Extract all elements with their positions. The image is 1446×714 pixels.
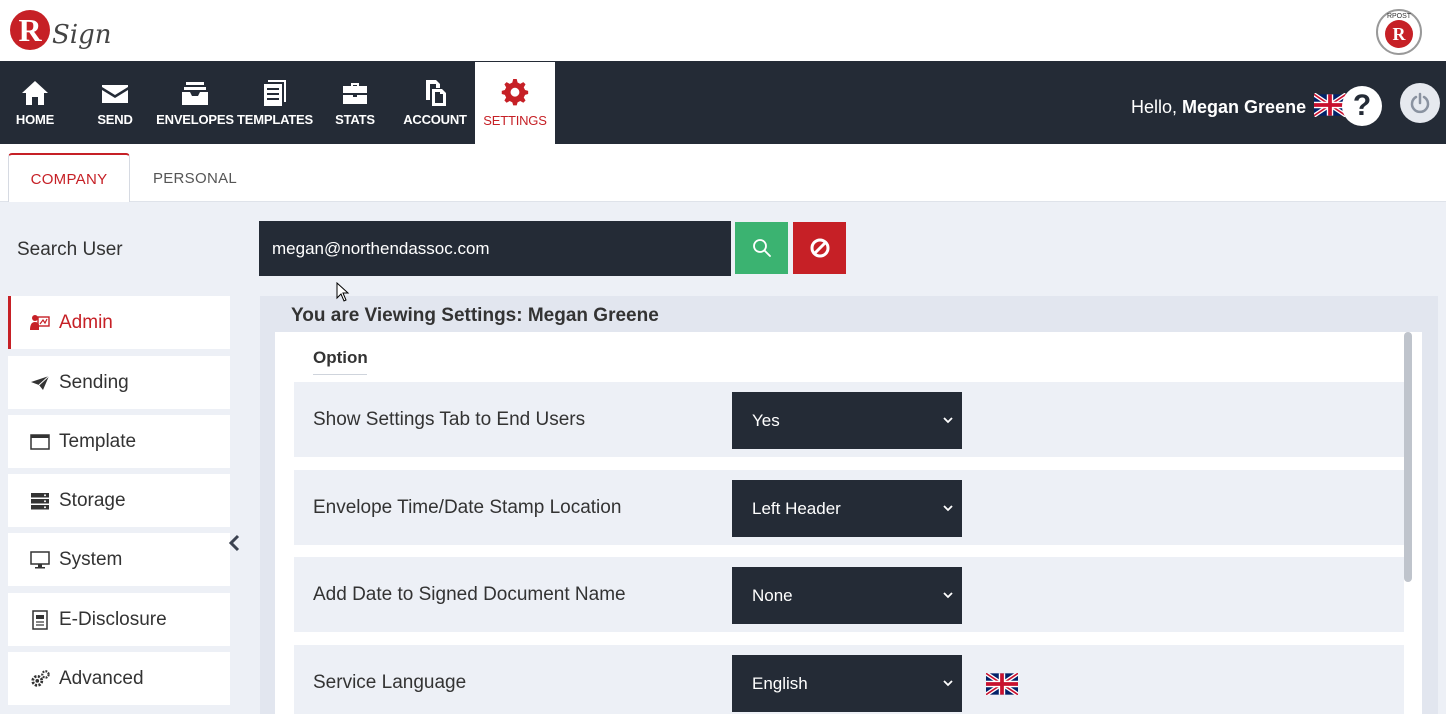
briefcase-icon [343, 83, 367, 104]
setting-label: Service Language [313, 671, 467, 693]
monitor-icon [30, 550, 50, 570]
chevron-down-icon [943, 592, 953, 599]
tab-company[interactable]: COMPANY [8, 153, 130, 203]
search-user-input[interactable]: megan@northendassoc.com [259, 221, 731, 276]
settings-options-list: Option Show Settings Tab to End Users Ye… [275, 332, 1422, 714]
envelope-icon [102, 85, 128, 103]
home-icon [22, 81, 48, 105]
copy-icon [426, 80, 446, 106]
svg-text:RPOST: RPOST [1387, 13, 1412, 20]
window-icon [30, 432, 50, 452]
nav-stats-label: STATS [335, 112, 375, 127]
document-icon [264, 80, 286, 106]
user-greeting: Hello, Megan Greene [1131, 93, 1347, 118]
setting-row: Add Date to Signed Document Name None [294, 557, 1404, 632]
search-icon [752, 239, 771, 257]
select-value: None [752, 585, 793, 605]
settings-tabs: COMPANY PERSONAL [0, 144, 1446, 203]
sidebar-item-template[interactable]: Template [8, 415, 230, 468]
nav-send-label: SEND [97, 112, 133, 127]
nav-envelopes-label: ENVELOPES [156, 112, 234, 127]
rsign-logo-wordmark: Sign [52, 20, 112, 50]
setting-row: Service Language English [294, 645, 1404, 714]
document-list-icon [30, 609, 50, 630]
sidebar-item-label: Storage [59, 489, 126, 511]
select-value: Left Header [752, 498, 841, 518]
nav-settings[interactable]: SETTINGS [475, 62, 555, 144]
select-value: English [752, 673, 808, 693]
setting-label: Envelope Time/Date Stamp Location [313, 496, 622, 518]
sidebar-item-label: Sending [59, 371, 129, 393]
select-value: Yes [752, 410, 780, 430]
setting-label: Add Date to Signed Document Name [313, 583, 626, 605]
server-icon [30, 491, 50, 511]
option-column-header: Option [313, 348, 368, 375]
sidebar-item-e-disclosure[interactable]: E-Disclosure [8, 593, 230, 646]
sidebar-item-advanced[interactable]: Advanced [8, 652, 230, 705]
svg-text:R: R [1393, 24, 1407, 44]
options-scrollbar[interactable] [1404, 332, 1412, 714]
sidebar-item-label: Advanced [59, 667, 144, 689]
sidebar-item-label: System [59, 548, 123, 570]
nav-templates-label: TEMPLATES [237, 112, 313, 127]
nav-home-label: HOME [15, 112, 55, 127]
setting-row: Show Settings Tab to End Users Yes [294, 382, 1404, 457]
main-navbar: HOME SEND ENVELOPES TEMPLATES STATS ACCO… [0, 61, 1446, 144]
date-in-document-name-select[interactable]: None [732, 567, 962, 624]
search-user-label: Search User [17, 239, 123, 260]
settings-main: Search User megan@northendassoc.com Admi… [0, 202, 1446, 714]
nav-send[interactable]: SEND [80, 61, 150, 144]
clear-search-button[interactable] [793, 222, 846, 274]
gears-icon [30, 669, 50, 689]
show-settings-tab-select[interactable]: Yes [732, 392, 962, 449]
sidebar-item-label: Admin [59, 311, 113, 333]
nav-stats[interactable]: STATS [320, 61, 390, 144]
help-icon: ? [1352, 89, 1372, 122]
sidebar-item-storage[interactable]: Storage [8, 474, 230, 527]
service-language-select[interactable]: English [732, 655, 962, 712]
uk-flag-icon [986, 673, 1018, 695]
timestamp-location-select[interactable]: Left Header [732, 480, 962, 537]
sidebar-item-sending[interactable]: Sending [8, 356, 230, 409]
panel-title: You are Viewing Settings: Megan Greene [291, 305, 659, 326]
nav-home[interactable]: HOME [0, 61, 70, 144]
sidebar-item-label: E-Disclosure [59, 608, 167, 630]
mouse-cursor-icon [336, 282, 350, 302]
chevron-down-icon [943, 680, 953, 687]
rpost-logo: R RPOST [1376, 9, 1422, 55]
sidebar-item-admin[interactable]: Admin [8, 296, 230, 349]
nav-account[interactable]: ACCOUNT [398, 61, 472, 144]
user-name[interactable]: Megan Greene [1182, 97, 1306, 117]
chevron-down-icon [943, 417, 953, 424]
help-button[interactable]: ? [1342, 86, 1382, 126]
nav-account-label: ACCOUNT [403, 112, 467, 127]
logout-button[interactable] [1400, 83, 1440, 123]
brand-bar: R Sign R RPOST [0, 0, 1446, 61]
rsign-logo-mark: R [10, 10, 50, 50]
nav-settings-label: SETTINGS [483, 112, 547, 128]
nav-envelopes[interactable]: ENVELOPES [156, 61, 234, 144]
chevron-left-icon [228, 534, 240, 552]
inbox-icon [182, 82, 208, 105]
sidebar-item-system[interactable]: System [8, 533, 230, 586]
collapse-sidebar-button[interactable] [226, 532, 242, 554]
tab-personal[interactable]: PERSONAL [140, 153, 250, 203]
paper-plane-icon [30, 373, 50, 393]
setting-label: Show Settings Tab to End Users [313, 408, 586, 430]
ban-icon [810, 238, 829, 258]
options-scrollbar-thumb[interactable] [1404, 332, 1412, 582]
sidebar-item-label: Template [59, 430, 137, 452]
greeting-prefix: Hello, [1131, 97, 1178, 117]
setting-row: Envelope Time/Date Stamp Location Left H… [294, 470, 1404, 545]
search-button[interactable] [735, 222, 788, 274]
nav-templates[interactable]: TEMPLATES [237, 61, 313, 144]
rsign-logo[interactable]: R Sign [10, 4, 112, 56]
chevron-down-icon [943, 505, 953, 512]
power-icon [1410, 92, 1430, 114]
admin-icon [30, 313, 50, 333]
gear-icon [501, 78, 529, 105]
settings-panel: You are Viewing Settings: Megan Greene O… [260, 296, 1438, 714]
